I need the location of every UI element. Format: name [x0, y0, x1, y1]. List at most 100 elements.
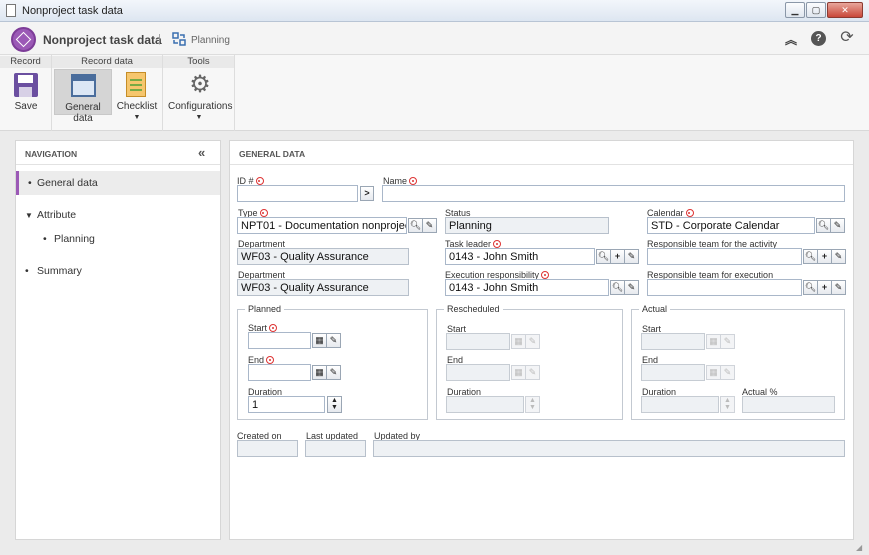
planned-duration-input[interactable]: 1: [248, 396, 325, 413]
clear-icon: ✎: [525, 334, 540, 349]
save-disk-icon: [14, 73, 38, 97]
calendar-icon: ▦: [511, 365, 526, 380]
calendar-icon[interactable]: ▦: [312, 333, 327, 348]
document-icon: [6, 4, 16, 17]
save-button[interactable]: Save: [3, 69, 49, 115]
resp-team-exec-input[interactable]: [647, 279, 802, 296]
window-title: Nonproject task data: [22, 5, 123, 17]
updated-by-field: [373, 440, 845, 457]
clear-icon[interactable]: ✎: [830, 218, 845, 233]
ribbon-group-tools: Tools ⚙ Configurations ▼: [163, 55, 235, 131]
help-icon[interactable]: ?: [811, 31, 826, 46]
nav-item-summary[interactable]: • Summary: [16, 259, 220, 283]
header-separator: |: [158, 33, 161, 45]
name-input[interactable]: [382, 185, 845, 202]
resp-team-activity-input[interactable]: [647, 248, 802, 265]
rescheduled-end-input: [446, 364, 510, 381]
planned-end-input[interactable]: [248, 364, 311, 381]
collapse-left-icon[interactable]: «: [198, 145, 205, 160]
minimize-button[interactable]: ▁: [785, 2, 805, 18]
search-icon[interactable]: 🔍︎: [803, 280, 818, 295]
nav-item-attribute[interactable]: ▼ Attribute: [16, 203, 220, 227]
close-button[interactable]: ✕: [827, 2, 863, 18]
calendar-icon: ▦: [706, 365, 721, 380]
status-field: Planning: [445, 217, 609, 234]
search-icon[interactable]: 🔍︎: [610, 280, 625, 295]
nav-item-label: Summary: [37, 265, 82, 277]
planning-icon: [172, 32, 186, 46]
clear-icon[interactable]: ✎: [326, 333, 341, 348]
maximize-button[interactable]: ▢: [806, 2, 826, 18]
actual-end-input: [641, 364, 705, 381]
actual-duration-input: [641, 396, 719, 413]
bullet-icon: •: [28, 177, 32, 189]
search-icon[interactable]: 🔍︎: [803, 249, 818, 264]
rescheduled-legend: Rescheduled: [444, 304, 503, 314]
type-input[interactable]: NPT01 - Documentation nonproject: [237, 217, 407, 234]
bullet-icon: •: [25, 265, 29, 277]
window-titlebar: Nonproject task data ▁ ▢ ✕: [0, 0, 869, 22]
rescheduled-duration-input: [446, 396, 524, 413]
last-updated-field: [305, 440, 366, 457]
gears-icon: ⚙: [189, 71, 211, 98]
nav-item-label: Attribute: [37, 209, 77, 221]
add-icon[interactable]: +: [610, 249, 625, 264]
ribbon-toolbar: Record Save Record data General data Che…: [0, 55, 869, 131]
clear-icon[interactable]: ✎: [831, 280, 846, 295]
expand-down-icon[interactable]: ▼: [25, 211, 33, 220]
search-icon[interactable]: 🔍︎: [816, 218, 831, 233]
planned-start-input[interactable]: [248, 332, 311, 349]
panel-header: GENERAL DATA: [230, 141, 853, 165]
configurations-label: Configurations: [168, 101, 233, 112]
clear-icon[interactable]: ✎: [422, 218, 437, 233]
calendar-icon: ▦: [511, 334, 526, 349]
next-arrow-button[interactable]: >: [360, 186, 374, 201]
add-icon[interactable]: +: [817, 280, 832, 295]
general-data-button[interactable]: General data: [54, 69, 112, 124]
nav-item-label: General data: [37, 177, 98, 189]
clear-icon[interactable]: ✎: [326, 365, 341, 380]
department-field: WF03 - Quality Assurance: [237, 279, 409, 296]
planned-legend: Planned: [245, 304, 285, 314]
search-icon[interactable]: 🔍︎: [596, 249, 611, 264]
id-input[interactable]: [237, 185, 358, 202]
execution-responsibility-input[interactable]: 0143 - John Smith: [445, 279, 609, 296]
app-name: Nonproject task data: [43, 33, 162, 47]
checklist-button[interactable]: Checklist ▼: [114, 69, 160, 121]
task-leader-input[interactable]: 0143 - John Smith: [445, 248, 595, 265]
department-field: WF03 - Quality Assurance: [237, 248, 409, 265]
search-icon[interactable]: 🔍︎: [408, 218, 423, 233]
duration-stepper-icon: ▲ ▼: [525, 396, 540, 413]
calendar-input[interactable]: STD - Corporate Calendar: [647, 217, 815, 234]
add-icon[interactable]: +: [817, 249, 832, 264]
dropdown-arrow-icon: ▼: [133, 114, 141, 121]
clear-icon[interactable]: ✎: [624, 280, 639, 295]
configurations-button[interactable]: ⚙ Configurations ▼: [168, 69, 233, 121]
nav-item-planning[interactable]: • Planning: [16, 227, 220, 251]
ribbon-group-label: Record: [0, 56, 51, 68]
collapse-up-icon[interactable]: ︽: [783, 31, 799, 47]
required-icon: [685, 209, 694, 217]
refresh-icon[interactable]: ⟳: [838, 29, 856, 47]
breadcrumb[interactable]: Planning: [191, 35, 230, 46]
required-icon: [493, 240, 502, 248]
clear-icon[interactable]: ✎: [831, 249, 846, 264]
actual-percent-input: [742, 396, 835, 413]
duration-stepper-icon[interactable]: ▲ ▼: [327, 396, 342, 413]
actual-start-input: [641, 333, 705, 350]
nav-item-general-data[interactable]: • General data: [16, 171, 220, 195]
created-on-field: [237, 440, 298, 457]
clear-icon: ✎: [720, 365, 735, 380]
required-icon: [409, 177, 418, 185]
panel-title: GENERAL DATA: [239, 149, 306, 159]
ribbon-group-label: Record data: [52, 56, 162, 68]
resize-grip-icon[interactable]: ◢: [856, 543, 866, 553]
clear-icon: ✎: [720, 334, 735, 349]
checklist-label: Checklist: [116, 101, 158, 112]
navigation-panel: NAVIGATION « • General data ▼ Attribute …: [15, 140, 221, 540]
clear-icon[interactable]: ✎: [624, 249, 639, 264]
navigation-header: NAVIGATION «: [16, 141, 220, 165]
calendar-icon[interactable]: ▦: [312, 365, 327, 380]
actual-legend: Actual: [639, 304, 671, 314]
required-icon: [259, 209, 268, 217]
